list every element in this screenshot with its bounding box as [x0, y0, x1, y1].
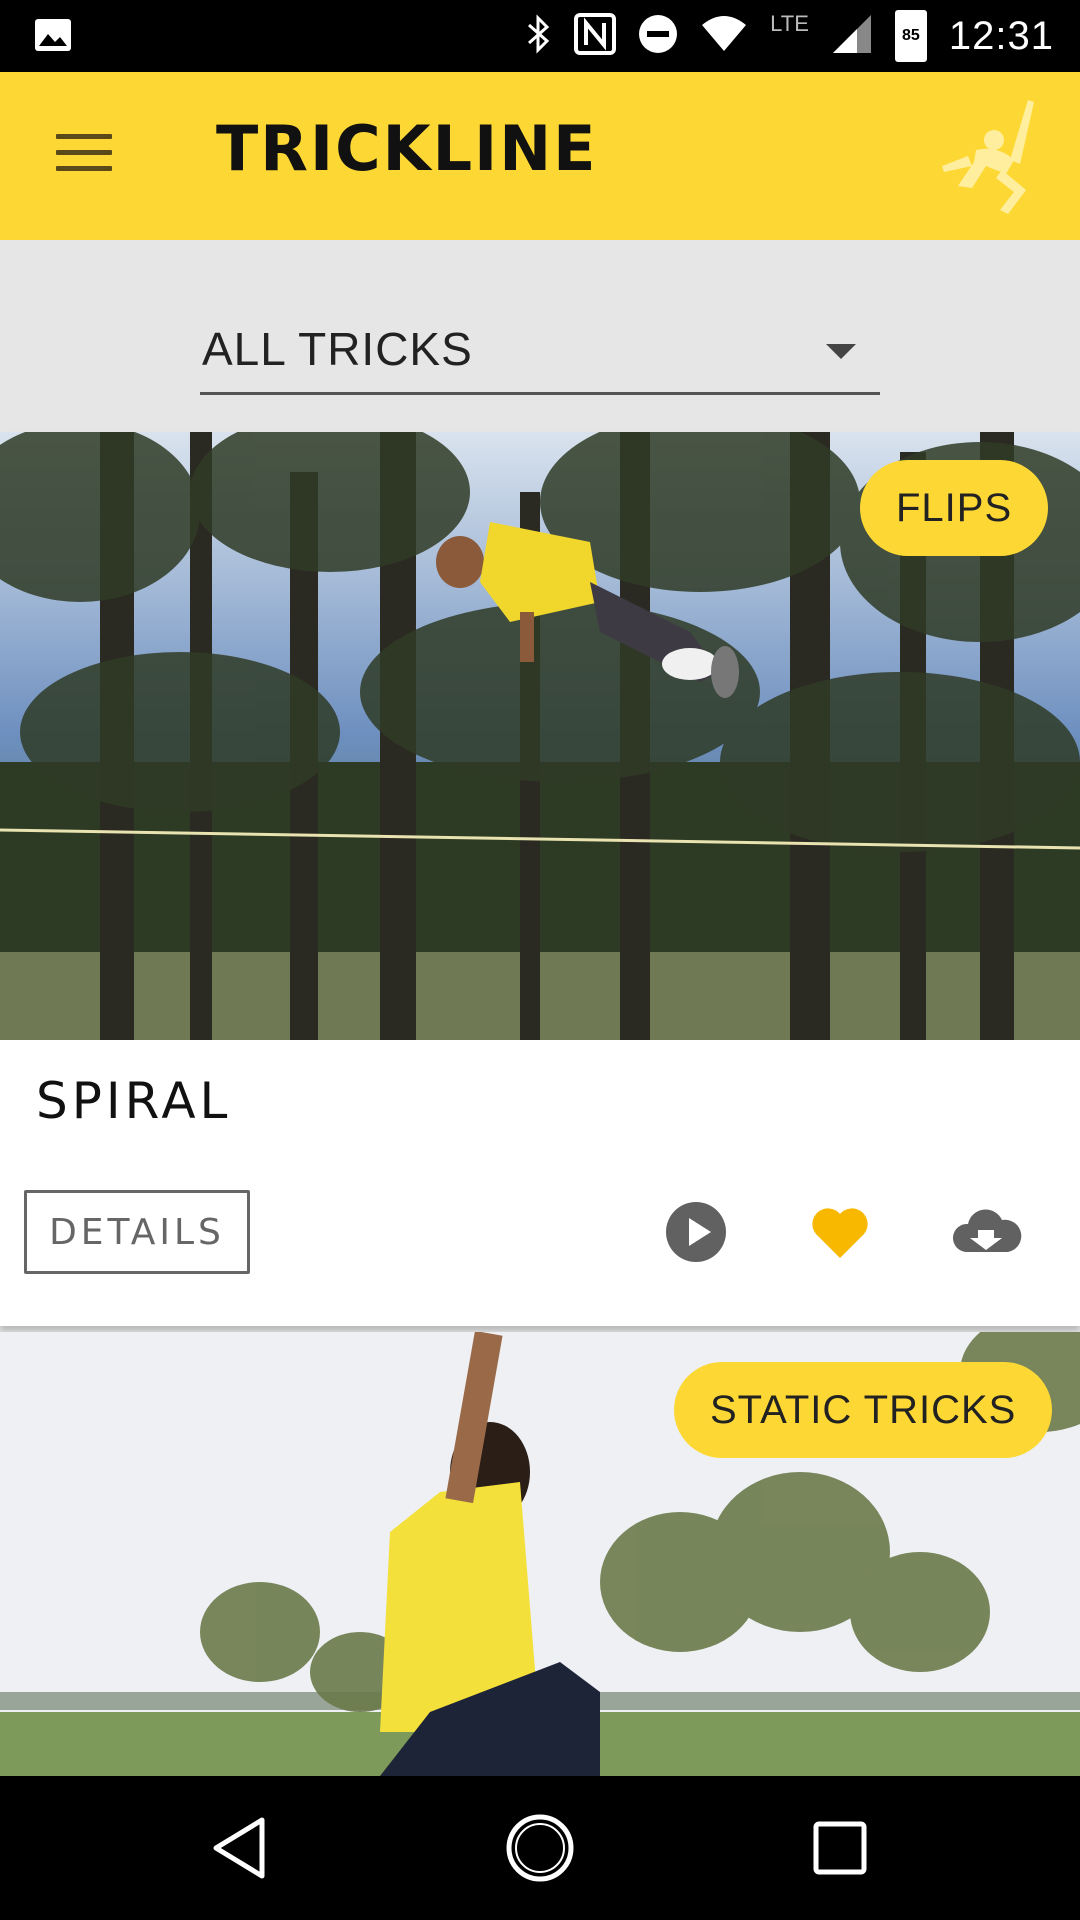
nfc-icon [574, 12, 617, 60]
image-icon [34, 18, 72, 57]
recent-apps-icon[interactable] [804, 1812, 876, 1884]
battery-icon: 85 [894, 10, 927, 62]
status-bar: LTE 85 12:31 [0, 0, 1080, 72]
trickline-logo-icon [936, 90, 1046, 220]
dropdown-arrow-icon [826, 344, 856, 359]
hamburger-menu-icon[interactable] [56, 134, 112, 178]
app-bar: TRICKLINE [0, 72, 1080, 240]
category-tag-label: STATIC TRICKS [710, 1387, 1017, 1432]
back-icon[interactable] [204, 1812, 276, 1884]
network-type: LTE [770, 11, 809, 36]
category-tag[interactable]: STATIC TRICKS [674, 1362, 1053, 1458]
trick-card: STATIC TRICKS [0, 1332, 1080, 1776]
trick-title: SPIRAL [36, 1072, 232, 1130]
clock: 12:31 [948, 13, 1054, 58]
category-tag-label: FLIPS [896, 485, 1013, 530]
battery-level: 85 [901, 27, 920, 44]
home-icon[interactable] [504, 1812, 576, 1884]
trick-card: FLIPS SPIRAL DETAILS [0, 432, 1080, 1326]
category-dropdown[interactable]: ALL TRICKS [200, 300, 880, 395]
signal-icon [831, 13, 873, 60]
category-tag[interactable]: FLIPS [860, 460, 1049, 556]
details-button[interactable]: DETAILS [24, 1190, 250, 1274]
dropdown-selected-value: ALL TRICKS [202, 323, 473, 375]
do-not-disturb-icon [638, 14, 678, 59]
filter-bar: ALL TRICKS [0, 240, 1080, 432]
trick-video-thumbnail[interactable]: FLIPS [0, 432, 1080, 1040]
play-icon[interactable] [664, 1200, 728, 1264]
trick-video-thumbnail[interactable]: STATIC TRICKS [0, 1332, 1080, 1776]
download-cloud-icon[interactable] [950, 1200, 1022, 1264]
app-title: TRICKLINE [216, 112, 598, 185]
bluetooth-icon [526, 13, 552, 59]
favorite-heart-icon[interactable] [808, 1200, 872, 1264]
wifi-icon [700, 15, 748, 58]
system-navigation-bar [0, 1776, 1080, 1920]
